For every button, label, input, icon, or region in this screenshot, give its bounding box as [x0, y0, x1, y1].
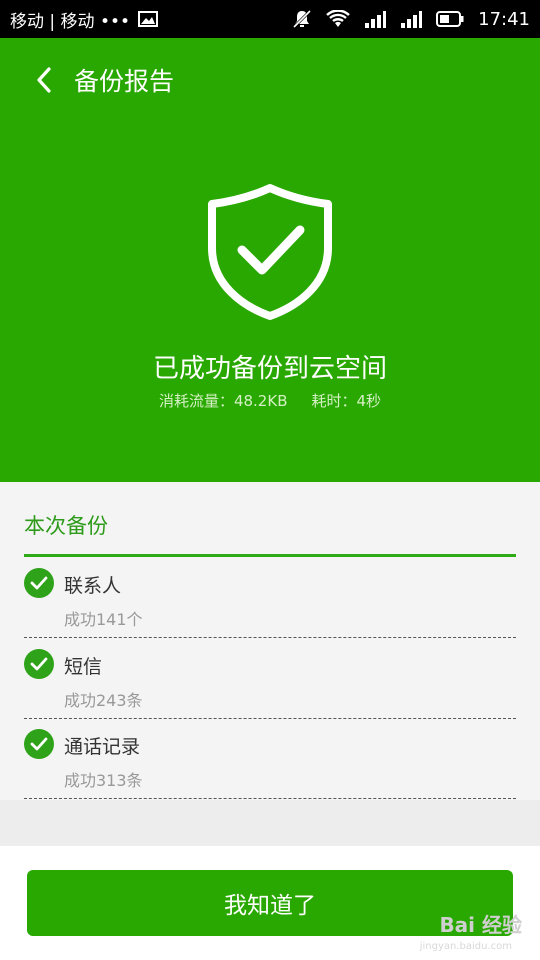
check-circle-icon [24, 729, 54, 759]
signal-1-icon [364, 10, 387, 28]
battery-icon [436, 11, 464, 27]
item-name: 联系人 [64, 575, 122, 597]
spacer [0, 800, 540, 846]
check-circle-icon [24, 649, 54, 679]
backup-details: 本次备份 联系人 成功141个 短信 成功243条 通话记录 成功313条 [0, 482, 540, 800]
item-name: 通话记录 [64, 736, 141, 758]
item-detail: 成功243条 [64, 691, 143, 710]
carrier-label: 移动 | 移动 ••• [10, 11, 131, 32]
list-item-contacts: 联系人 成功141个 [24, 557, 516, 638]
success-message: 已成功备份到云空间 [152, 354, 387, 384]
item-detail: 成功141个 [64, 610, 143, 629]
clock: 17:41 [478, 8, 530, 30]
item-detail: 成功313条 [64, 771, 143, 790]
list-item-sms: 短信 成功243条 [24, 638, 516, 719]
page-title: 备份报告 [74, 67, 175, 96]
gallery-notification-icon [138, 11, 159, 27]
section-title: 本次备份 [24, 514, 108, 538]
item-name: 短信 [64, 656, 103, 678]
chevron-left-icon [37, 67, 51, 93]
shield-check-icon [204, 182, 336, 326]
result-banner: 备份报告 已成功备份到云空间 消耗流量：48.2KB 耗时：4秒 [0, 38, 540, 482]
wifi-icon [326, 10, 350, 28]
status-bar: 移动 | 移动 ••• 17:41 [0, 0, 540, 38]
mute-icon [292, 9, 312, 29]
list-item-call-log: 通话记录 成功313条 [24, 718, 516, 799]
check-circle-icon [24, 568, 54, 598]
traffic-stat: 消耗流量：48.2KB [158, 392, 288, 410]
watermark-url: jingyan.baidu.com [419, 941, 512, 952]
back-button[interactable] [28, 64, 60, 96]
duration-stat: 耗时：4秒 [311, 392, 382, 410]
backup-stats: 消耗流量：48.2KB 耗时：4秒 [0, 390, 540, 411]
signal-2-icon [400, 10, 423, 28]
watermark-logo: Bai 经验 [439, 913, 522, 937]
